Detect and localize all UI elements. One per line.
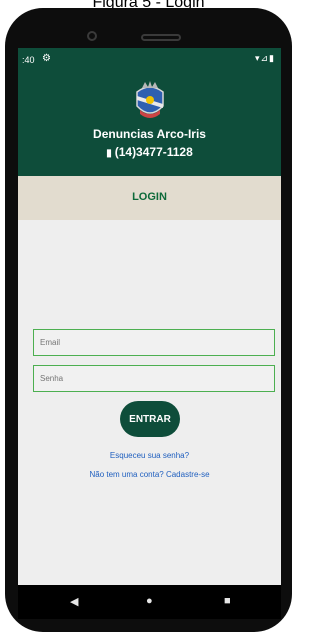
earpiece-speaker	[141, 34, 181, 41]
front-camera	[87, 31, 97, 41]
signal-battery-icons: ▾⊿▮	[254, 53, 275, 63]
forgot-password-link[interactable]: Esqueceu sua senha?	[18, 451, 281, 460]
status-bar: :40 ⚙ ▾⊿▮	[18, 48, 281, 72]
phone-contact: ▮ (14)3477-1128	[18, 145, 281, 159]
app-title: Denuncias Arco-Iris	[93, 127, 206, 141]
municipal-crest-icon	[136, 81, 164, 118]
login-banner: LOGIN	[18, 176, 281, 220]
phone-icon: ▮	[106, 148, 112, 159]
password-field[interactable]	[33, 365, 275, 392]
app-header: Denuncias Arco-Iris ▮ (14)3477-1128	[18, 72, 281, 176]
home-icon[interactable]: ●	[146, 595, 153, 607]
recents-icon[interactable]: ■	[224, 595, 231, 607]
android-nav-bar: ◀ ● ■	[18, 585, 281, 619]
status-time: :40	[22, 55, 35, 65]
email-field[interactable]	[33, 329, 275, 356]
login-button[interactable]: ENTRAR	[120, 401, 180, 437]
gear-icon: ⚙	[42, 53, 51, 64]
page-title: LOGIN	[132, 191, 167, 203]
register-link[interactable]: Não tem uma conta? Cadastre-se	[18, 470, 281, 479]
app-screen: :40 ⚙ ▾⊿▮ Denuncias Arco-Iris ▮ (14)3477-…	[18, 48, 281, 585]
back-icon[interactable]: ◀	[70, 595, 78, 608]
phone-number: (14)3477-1128	[114, 145, 193, 159]
